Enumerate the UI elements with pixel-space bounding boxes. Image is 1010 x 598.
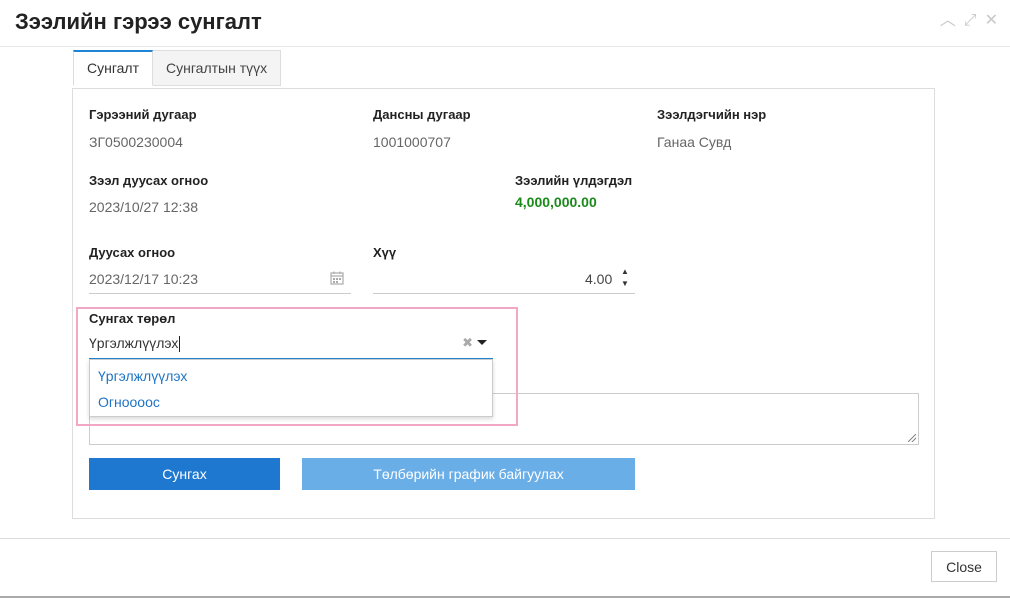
rate-input[interactable]: 4.00 (585, 271, 612, 287)
form-panel (72, 88, 935, 519)
end-date-input[interactable]: 2023/12/17 10:23 (89, 271, 198, 287)
rate-label: Хүү (373, 245, 397, 260)
account-no-value: 1001000707 (373, 134, 451, 150)
clear-icon[interactable]: ✖ (462, 335, 473, 351)
window-controls: ︿ ⤢ ✕ (940, 12, 998, 30)
dropdown-arrow-icon[interactable] (477, 340, 487, 345)
dropdown-option-by-date[interactable]: Огноооос (90, 389, 492, 415)
create-schedule-button[interactable]: Төлбөрийн график байгуулах (302, 458, 635, 490)
close-button[interactable]: Close (931, 551, 997, 582)
loan-end-label: Зээл дуусах огноо (89, 173, 209, 188)
contract-no-value: ЗГ0500230004 (89, 134, 183, 150)
tab-extension-history[interactable]: Сунгалтын түүх (152, 50, 282, 86)
close-icon[interactable]: ✕ (985, 12, 998, 30)
extension-type-select[interactable]: Үргэлжлүүлэх ✖ (89, 330, 493, 359)
account-no-label: Дансны дугаар (373, 107, 471, 122)
tab-bar: Сунгалт Сунгалтын түүх (73, 50, 282, 86)
rate-underline (373, 293, 635, 294)
spin-down-icon[interactable]: ▼ (621, 280, 629, 288)
end-date-label: Дуусах огноо (89, 245, 176, 260)
resize-handle-icon[interactable] (908, 434, 916, 442)
extension-type-label: Сунгах төрөл (89, 311, 176, 326)
dropdown-option-continue[interactable]: Үргэлжлүүлэх (90, 363, 492, 389)
footer-divider (0, 538, 1010, 539)
borrower-value: Ганаа Сувд (657, 134, 732, 150)
maximize-icon[interactable]: ⤢ (964, 12, 977, 30)
extend-button[interactable]: Сунгах (89, 458, 280, 490)
calendar-icon[interactable] (330, 271, 344, 285)
balance-label: Зээлийн үлдэгдэл (515, 173, 633, 188)
contract-no-label: Гэрээний дугаар (89, 107, 197, 122)
end-date-underline (89, 293, 351, 294)
tab-extension[interactable]: Сунгалт (73, 50, 154, 86)
balance-value: 4,000,000.00 (515, 194, 597, 210)
spin-up-icon[interactable]: ▲ (621, 268, 629, 276)
borrower-label: Зээлдэгчийн нэр (657, 107, 767, 122)
collapse-icon[interactable]: ︿ (940, 12, 956, 30)
extension-type-value: Үргэлжлүүлэх (89, 335, 179, 351)
extension-type-dropdown: Үргэлжлүүлэх Огноооос (89, 359, 493, 417)
loan-end-value: 2023/10/27 12:38 (89, 199, 198, 215)
dialog-title: Зээлийн гэрээ сунгалт (15, 9, 262, 34)
text-caret (179, 336, 181, 353)
header-divider (0, 46, 1010, 47)
